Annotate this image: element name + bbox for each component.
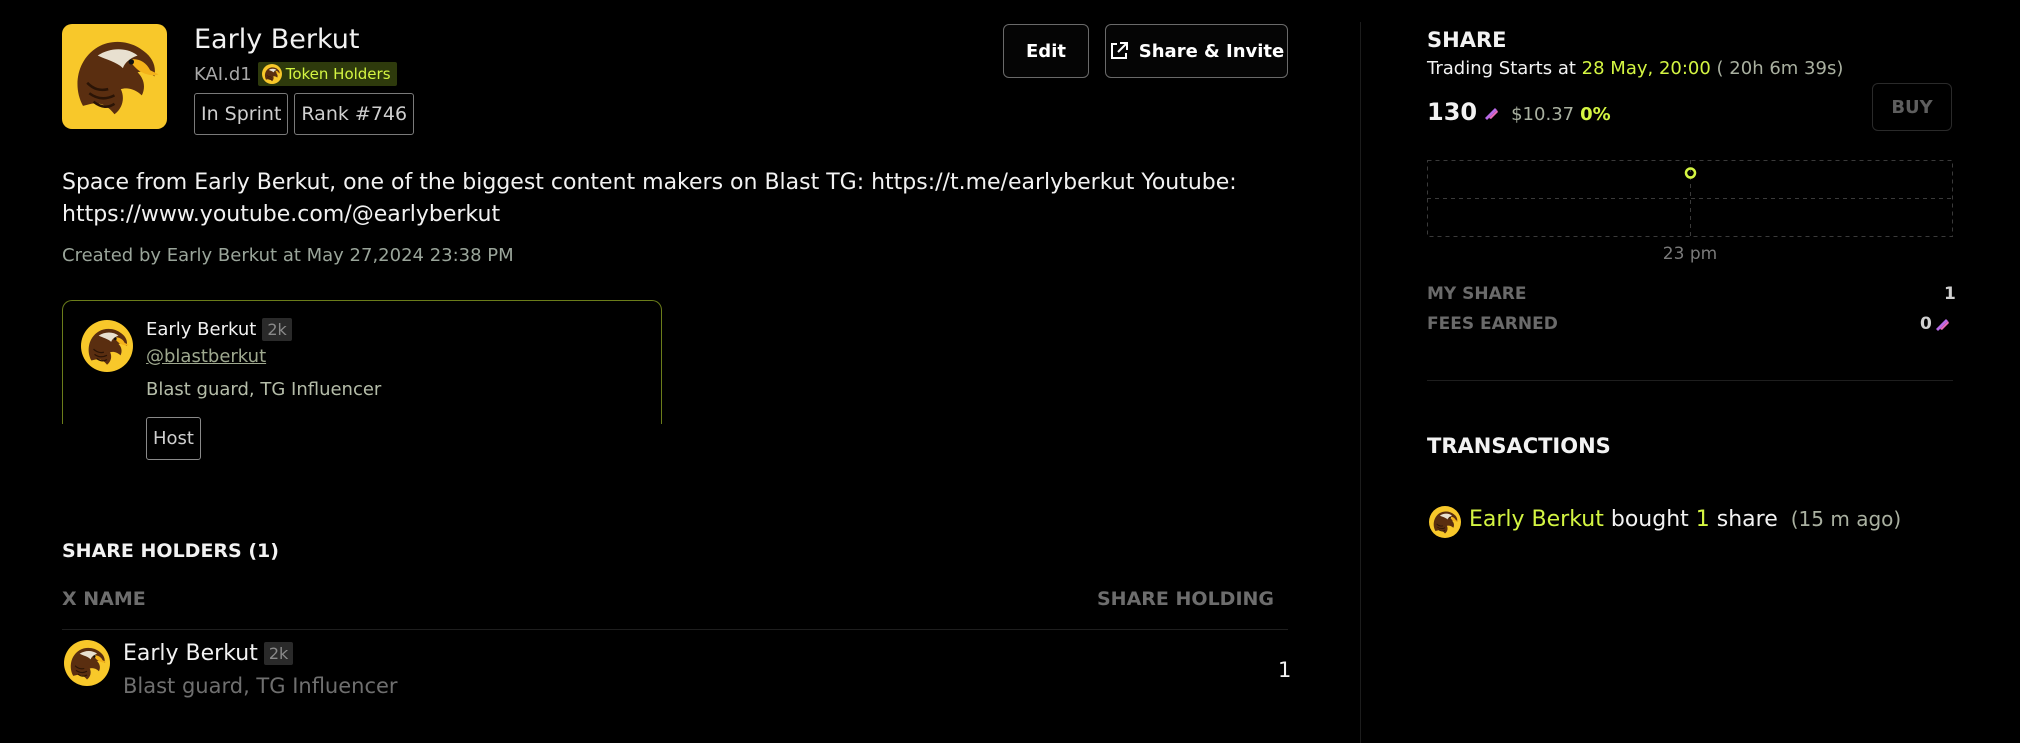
external-link-icon <box>1110 42 1128 59</box>
token-avatar-icon <box>261 64 282 84</box>
transaction-unit: share <box>1716 507 1778 532</box>
my-share-label: MY SHARE <box>1427 284 1527 304</box>
holder-bio: Blast guard, TG Influencer <box>123 674 398 698</box>
holder-name: Early Berkut <box>123 641 258 666</box>
space-handle: KAI.d1 <box>194 63 252 85</box>
blast-token-icon <box>1485 108 1499 120</box>
holder-avatar[interactable] <box>64 640 110 686</box>
holder-holding-value: 1 <box>1278 658 1292 682</box>
host-handle-link[interactable]: @blastberkut <box>146 346 266 367</box>
price-usd: $10.37 <box>1511 104 1575 125</box>
price-value: 130 <box>1427 98 1478 126</box>
chart-x-tick: 23 pm <box>1662 244 1718 264</box>
transaction-amount: 1 <box>1695 507 1710 532</box>
price-mini-chart <box>1427 160 1953 237</box>
column-divider <box>1360 22 1361 743</box>
tag-in-sprint: In Sprint <box>194 93 289 135</box>
space-meta: KAI.d1 Token Holders <box>194 62 397 86</box>
host-name: Early Berkut <box>146 319 257 340</box>
blast-token-icon <box>1935 319 1949 331</box>
holder-name-row[interactable]: Early Berkut 2k <box>123 641 294 666</box>
eagle-logo-icon <box>76 40 160 116</box>
column-header-share-holding: SHARE HOLDING <box>1097 588 1275 610</box>
column-header-x-name: X NAME <box>62 588 146 610</box>
trading-prefix: Trading Starts at <box>1427 58 1576 79</box>
holder-follower-badge: 2k <box>263 642 294 665</box>
fees-value-number: 0 <box>1920 314 1932 334</box>
trading-time: 28 May, 20:00 <box>1581 58 1711 79</box>
transaction-item: Early Berkut bought 1 share (15 m ago) <box>1469 507 1901 532</box>
host-follower-badge: 2k <box>262 318 292 341</box>
eagle-avatar-icon <box>70 647 107 681</box>
transaction-user[interactable]: Early Berkut <box>1469 507 1604 532</box>
buy-button[interactable]: BUY <box>1872 83 1952 131</box>
created-info: Created by Early Berkut at May 27,2024 2… <box>62 245 514 266</box>
space-avatar <box>62 24 167 129</box>
edit-button-label: Edit <box>1026 40 1066 62</box>
my-share-value: 1 <box>1944 284 1956 304</box>
price-change: 0% <box>1580 104 1611 125</box>
share-invite-label: Share & Invite <box>1138 40 1285 62</box>
share-heading: SHARE <box>1427 28 1507 52</box>
share-invite-button[interactable]: Share & Invite <box>1105 24 1288 78</box>
transaction-avatar[interactable] <box>1429 506 1461 538</box>
host-bio: Blast guard, TG Influencer <box>146 379 382 400</box>
fees-earned-value: 0 <box>1920 314 1950 334</box>
buy-button-label: BUY <box>1891 96 1933 118</box>
space-title: Early Berkut <box>194 24 360 55</box>
table-divider <box>62 629 1288 630</box>
eagle-avatar-icon <box>88 328 130 366</box>
section-divider <box>1427 380 1953 381</box>
transaction-action: bought <box>1610 507 1689 532</box>
token-holders-badge[interactable]: Token Holders <box>257 62 397 86</box>
transactions-heading: TRANSACTIONS <box>1427 434 1611 458</box>
space-description: Space from Early Berkut, one of the bigg… <box>62 170 1237 227</box>
trading-start-info: Trading Starts at 28 May, 20:00 ( 20h 6m… <box>1427 58 1843 79</box>
share-price: 130 $10.37 0% <box>1427 98 1611 126</box>
share-holders-title: SHARE HOLDERS (1) <box>62 540 279 562</box>
edit-button[interactable]: Edit <box>1003 24 1089 78</box>
host-avatar[interactable] <box>81 320 133 372</box>
host-role-tag: Host <box>146 417 201 460</box>
transaction-time: (15 m ago) <box>1790 507 1902 531</box>
host-name-row: Early Berkut 2k <box>146 318 292 341</box>
space-tags: In Sprint Rank #746 <box>194 93 415 135</box>
tag-rank: Rank #746 <box>294 93 415 135</box>
fees-earned-label: FEES EARNED <box>1427 314 1558 334</box>
trading-countdown: ( 20h 6m 39s) <box>1716 58 1844 79</box>
token-badge-label: Token Holders <box>285 65 391 83</box>
eagle-avatar-icon <box>1433 511 1459 534</box>
